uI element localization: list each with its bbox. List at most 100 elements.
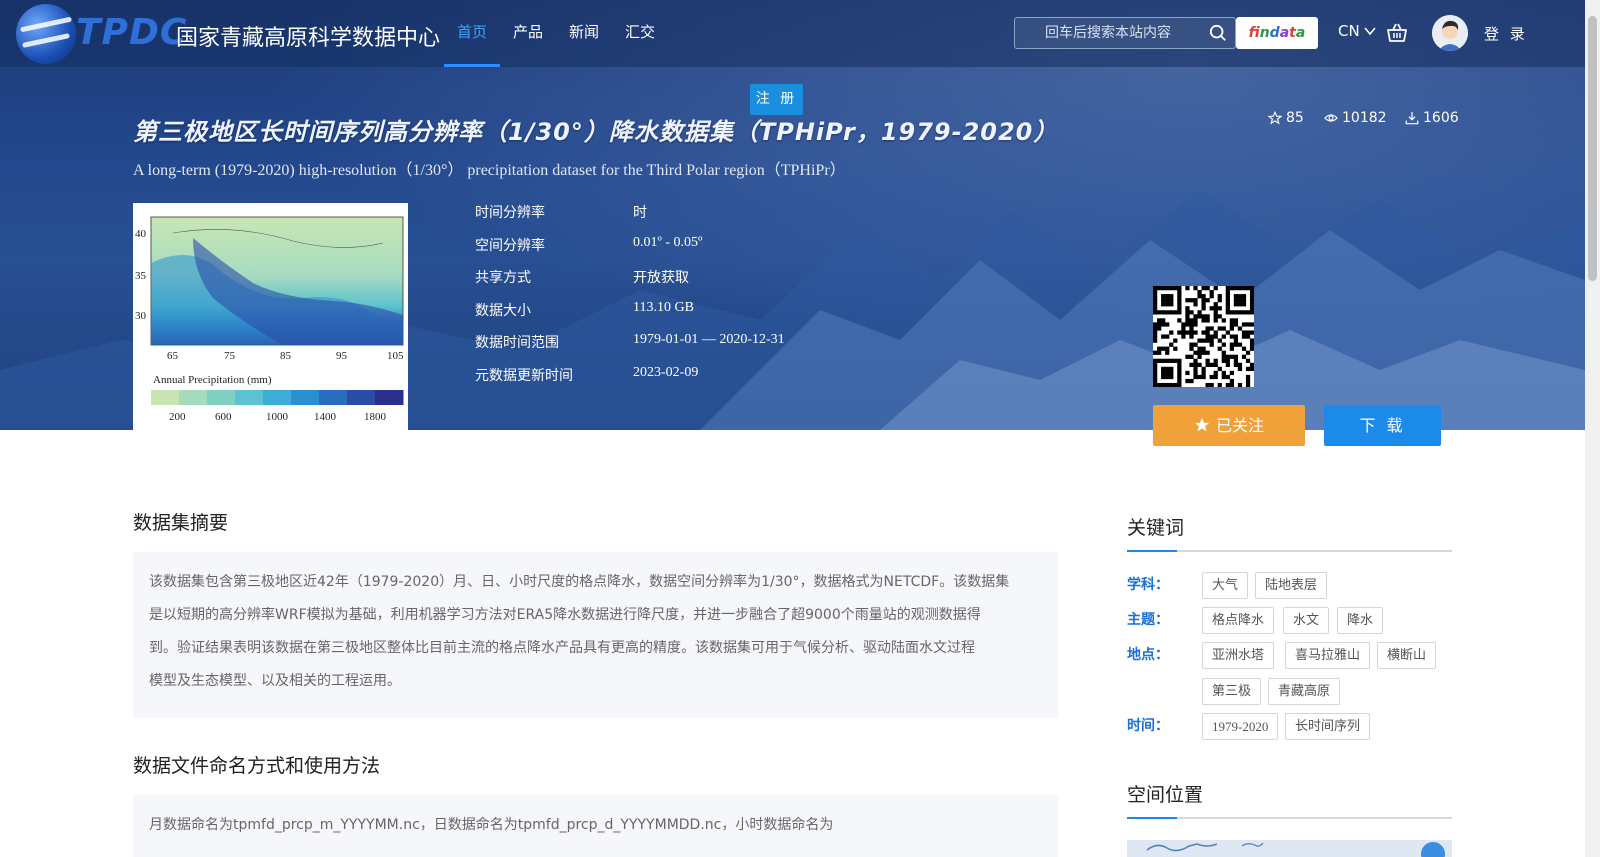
abstract-line: 模型及生态模型、以及相关的工程运用。: [149, 673, 401, 689]
nav-products[interactable]: 产品: [500, 0, 556, 67]
meta-value: 0.01º - 0.05º: [633, 235, 703, 250]
meta-label: 元数据更新时间: [475, 368, 573, 384]
downloads-value: 1606: [1423, 110, 1459, 126]
keyword-tag[interactable]: 降水: [1337, 607, 1384, 634]
meta-value: 开放获取: [633, 270, 689, 286]
keywords-heading: 关键词: [1127, 513, 1452, 552]
downloads-count: 1606: [1405, 110, 1459, 126]
download-button[interactable]: 下 载: [1324, 405, 1441, 446]
follow-button[interactable]: 已关注: [1153, 405, 1305, 446]
search-box: [1014, 17, 1236, 49]
dataset-title-en: A long-term (1979-2020) high-resolution（…: [133, 162, 846, 179]
x-tick-label: 105: [387, 350, 404, 362]
search-input[interactable]: [1015, 18, 1205, 48]
meta-value: 时: [633, 205, 647, 221]
color-legend: [151, 390, 404, 405]
meta-value: 2023-02-09: [633, 365, 699, 380]
chevron-down-icon: [1364, 27, 1377, 36]
location-heading: 空间位置: [1127, 780, 1452, 819]
logo-abbreviation: TPDC: [76, 12, 188, 53]
keyword-tag[interactable]: 亚洲水塔: [1202, 642, 1275, 669]
legend-tick-label: 200: [169, 411, 186, 423]
nav-home[interactable]: 首页: [444, 0, 501, 67]
keyword-group-label: 学科：: [1127, 577, 1169, 593]
globe-logo-icon: [16, 4, 76, 64]
dataset-thumbnail[interactable]: 40 35 30 65 75 85 95 105 Annual Precipit…: [133, 203, 408, 430]
views-value: 10182: [1342, 110, 1387, 126]
keyword-tag[interactable]: 第三极: [1202, 678, 1262, 705]
language-selector[interactable]: CN: [1338, 22, 1377, 40]
findata-button[interactable]: findata: [1236, 17, 1318, 49]
meta-value: 1979-01-01 — 2020-12-31: [633, 332, 785, 347]
y-tick-label: 35: [135, 270, 147, 282]
keyword-group-label: 主题：: [1127, 612, 1169, 628]
site-name: 国家青藏高原科学数据中心: [176, 26, 441, 51]
user-avatar[interactable]: [1432, 15, 1468, 51]
legend-swatch: [207, 390, 236, 405]
follow-label: 已关注: [1215, 416, 1264, 435]
nav-news[interactable]: 新闻: [556, 0, 612, 67]
x-tick-label: 95: [336, 350, 348, 362]
keyword-tag[interactable]: 陆地表层: [1255, 572, 1328, 599]
legend-tick-label: 1800: [364, 411, 387, 423]
keyword-tag[interactable]: 长时间序列: [1285, 713, 1371, 740]
legend-swatch: [347, 390, 376, 405]
location-map[interactable]: [1127, 840, 1452, 857]
meta-label: 共享方式: [475, 270, 531, 286]
meta-value: 113.10 GB: [633, 300, 694, 315]
search-icon[interactable]: [1209, 24, 1227, 42]
y-tick-label: 40: [135, 228, 147, 240]
dataset-title-cn: 第三极地区长时间序列高分辨率（1/30°）降水数据集（TPHiPr，1979-2…: [133, 118, 1059, 146]
abstract-line: 是以短期的高分辨率WRF模拟为基础，利用机器学习方法对ERA5降水数据进行降尺度…: [149, 607, 981, 623]
page-scrollbar[interactable]: [1585, 0, 1600, 857]
keyword-tag[interactable]: 水文: [1283, 607, 1330, 634]
top-navigation-bar: TPDC 国家青藏高原科学数据中心 首页 产品 新闻 汇交 findata CN: [0, 0, 1585, 67]
meta-label: 空间分辨率: [475, 238, 545, 254]
qr-code-image: [1153, 286, 1255, 388]
legend-tick-label: 1000: [266, 411, 289, 423]
naming-heading: 数据文件命名方式和使用方法: [133, 755, 381, 777]
keyword-tag[interactable]: 大气: [1202, 572, 1249, 599]
scrollbar-thumb[interactable]: [1588, 16, 1597, 281]
login-link[interactable]: 登 录: [1484, 23, 1528, 44]
keyword-tag[interactable]: 横断山: [1377, 642, 1437, 669]
download-icon: [1405, 111, 1419, 125]
abstract-line: 该数据集包含第三极地区近42年（1979-2020）月、日、小时尺度的格点降水，…: [149, 574, 1010, 590]
keyword-tag[interactable]: 青藏高原: [1268, 678, 1341, 705]
stars-count: 85: [1268, 110, 1304, 126]
star-filled-icon: [1194, 418, 1209, 432]
stars-value: 85: [1286, 110, 1304, 126]
naming-line: 月数据命名为tpmfd_prcp_m_YYYYMM.nc，日数据命名为tpmfd…: [149, 817, 834, 833]
meta-label: 数据大小: [475, 303, 531, 319]
meta-label: 时间分辨率: [475, 205, 545, 221]
keyword-group-label: 地点：: [1127, 647, 1169, 663]
legend-swatch: [179, 390, 208, 405]
abstract-line: 到。验证结果表明该数据在第三极地区整体比目前主流的格点降水产品具有更高的精度。该…: [149, 640, 975, 656]
cart-icon[interactable]: [1386, 22, 1408, 44]
x-tick-label: 75: [224, 350, 236, 362]
naming-box: 月数据命名为tpmfd_prcp_m_YYYYMM.nc，日数据命名为tpmfd…: [133, 795, 1058, 857]
legend-swatch: [263, 390, 292, 405]
abstract-box: 该数据集包含第三极地区近42年（1979-2020）月、日、小时尺度的格点降水，…: [133, 552, 1058, 718]
map-preview: [1146, 842, 1445, 857]
abstract-heading: 数据集摘要: [133, 512, 229, 534]
legend-swatch: [235, 390, 264, 405]
x-tick-label: 85: [280, 350, 292, 362]
x-tick-label: 65: [167, 350, 179, 362]
site-logo[interactable]: TPDC 国家青藏高原科学数据中心: [16, 4, 440, 64]
star-outline-icon: [1268, 111, 1282, 125]
legend-swatch: [291, 390, 320, 405]
legend-swatch: [375, 390, 404, 405]
register-button[interactable]: 注 册: [750, 84, 803, 115]
legend-tick-label: 600: [215, 411, 232, 423]
legend-title: Annual Precipitation (mm): [153, 374, 272, 386]
keyword-tag[interactable]: 1979-2020: [1202, 713, 1279, 740]
keyword-tag[interactable]: 格点降水: [1202, 607, 1275, 634]
legend-swatch: [151, 390, 180, 405]
keyword-tag[interactable]: 喜马拉雅山: [1285, 642, 1371, 669]
nav-submit[interactable]: 汇交: [612, 0, 668, 67]
precipitation-map-image: 40 35 30 65 75 85 95 105 Annual Precipit…: [135, 216, 404, 423]
language-label: CN: [1338, 22, 1360, 40]
y-tick-label: 30: [135, 310, 147, 322]
main-nav: 首页 产品 新闻 汇交: [444, 0, 668, 67]
